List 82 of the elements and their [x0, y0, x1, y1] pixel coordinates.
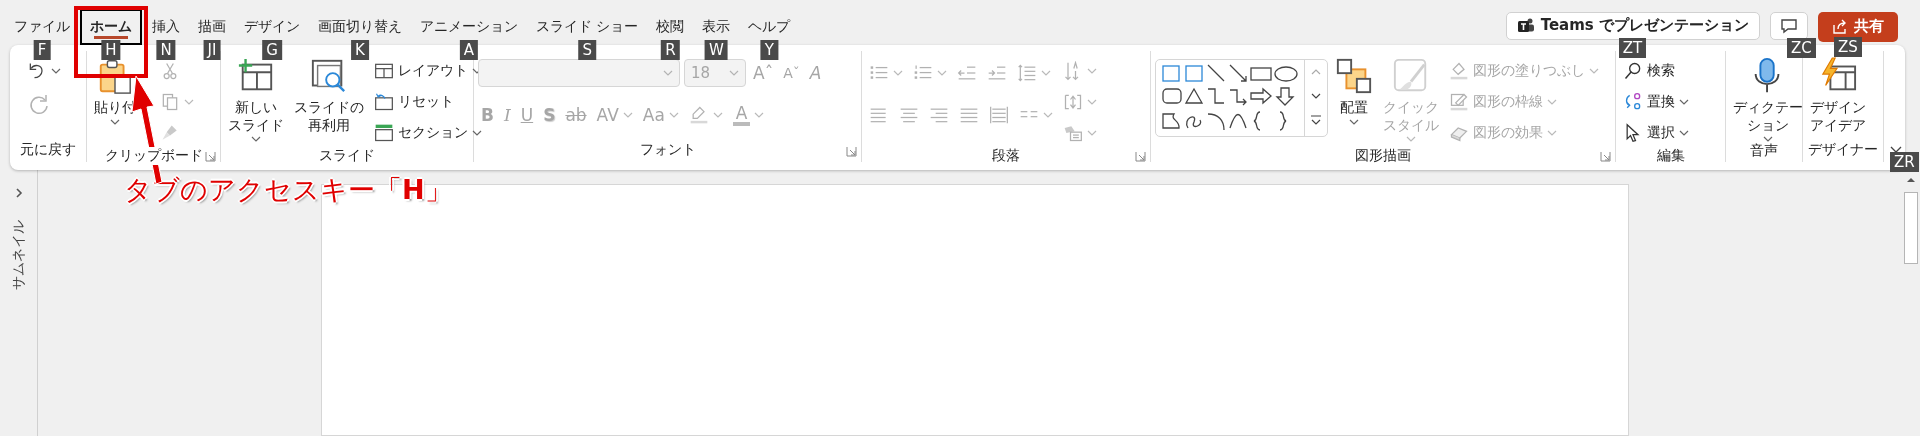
key-tooltip: ZC [1787, 37, 1816, 58]
caret-icon [1043, 112, 1053, 118]
dialog-launcher-icon[interactable] [1135, 151, 1146, 162]
key-tooltip: H [101, 40, 121, 60]
arrange-icon [1335, 57, 1373, 95]
group-label: スライド [317, 147, 377, 165]
caret-icon [754, 112, 765, 118]
dictate-button[interactable]: ディクテー ション [1730, 57, 1806, 143]
caret-icon [110, 118, 120, 125]
caret-icon [1763, 136, 1773, 143]
slide-magnifier-icon [310, 57, 348, 95]
expand-icon[interactable] [14, 188, 23, 198]
section-icon [374, 123, 394, 143]
caret-icon [622, 112, 633, 118]
find-button[interactable]: 検索 [1620, 57, 1678, 85]
caret-icon [1087, 68, 1097, 74]
teams-icon [1516, 16, 1535, 35]
key-tooltip: F [33, 40, 51, 60]
caret-icon [51, 68, 61, 74]
caret-icon [1679, 99, 1689, 105]
share-icon [1832, 18, 1848, 35]
copy-icon [160, 92, 180, 112]
scroll-thumb[interactable] [1904, 192, 1918, 264]
key-tooltip: S [578, 40, 596, 60]
key-tooltip: R [661, 40, 680, 60]
caret-icon [251, 136, 261, 143]
caret-icon [1547, 130, 1557, 136]
dialog-launcher-icon[interactable] [846, 146, 857, 157]
caret-icon [663, 70, 673, 76]
reset-button[interactable]: リセット [371, 88, 457, 116]
caret-icon [937, 70, 947, 76]
key-tooltip: K [351, 40, 369, 60]
caret-icon [1406, 136, 1416, 143]
key-tooltip: N [156, 40, 176, 60]
key-tooltip: A [459, 40, 479, 60]
arrange-button[interactable]: 配置 [1332, 57, 1376, 125]
highlighter-icon [688, 105, 709, 125]
key-tooltip: ZR [1890, 152, 1919, 172]
key-tooltip: ZS [1834, 36, 1862, 57]
dialog-launcher-icon[interactable] [1600, 151, 1611, 162]
comment-icon [1780, 17, 1798, 34]
replace-icon [1623, 92, 1643, 112]
reuse-slides-button[interactable]: スライドの 再利用 [291, 57, 367, 135]
key-tooltip: G [262, 40, 282, 60]
new-slide-button[interactable]: 新しい スライド [225, 57, 287, 143]
line-spacing-icon [1017, 63, 1037, 83]
caret-icon [712, 112, 723, 118]
caret-icon [1087, 99, 1097, 105]
caret-icon [1679, 130, 1689, 136]
thumbnail-label: サムネイル [9, 220, 27, 290]
caret-icon [184, 99, 194, 105]
caret-icon [1547, 99, 1557, 105]
group-label: 段落 [990, 147, 1022, 165]
caret-icon [668, 112, 679, 118]
pencil-icon [1449, 92, 1469, 112]
reset-icon [374, 92, 394, 112]
shapes-gallery[interactable] [1155, 59, 1328, 137]
caret-icon [893, 70, 903, 76]
group-label: 図形描画 [1353, 147, 1413, 165]
group-label: 元に戻す [18, 141, 78, 159]
designer-button[interactable]: デザイン アイデア [1807, 57, 1869, 135]
search-icon [1623, 61, 1643, 81]
caret-icon [1041, 70, 1051, 76]
caret-icon [1589, 68, 1599, 74]
distributed-icon [989, 105, 1009, 125]
caret-icon [1349, 118, 1359, 125]
key-tooltip: Y [760, 40, 779, 60]
select-button[interactable]: 選択 [1620, 119, 1692, 147]
group-label: 編集 [1654, 147, 1687, 165]
key-tooltip: JI [203, 40, 221, 60]
group-label: デザイナー [1806, 141, 1880, 159]
paint-bucket-icon [1449, 61, 1469, 81]
redo-icon [27, 93, 51, 117]
key-tooltip: ZT [1618, 37, 1647, 58]
caret-icon [729, 70, 739, 76]
dialog-launcher-icon[interactable] [205, 151, 216, 162]
align-text-icon [1063, 92, 1083, 112]
layout-icon [374, 61, 394, 81]
caret-icon [472, 130, 482, 136]
caret-icon [1087, 130, 1097, 136]
replace-button[interactable]: 置換 [1620, 88, 1692, 116]
key-tooltip: W [705, 40, 728, 60]
